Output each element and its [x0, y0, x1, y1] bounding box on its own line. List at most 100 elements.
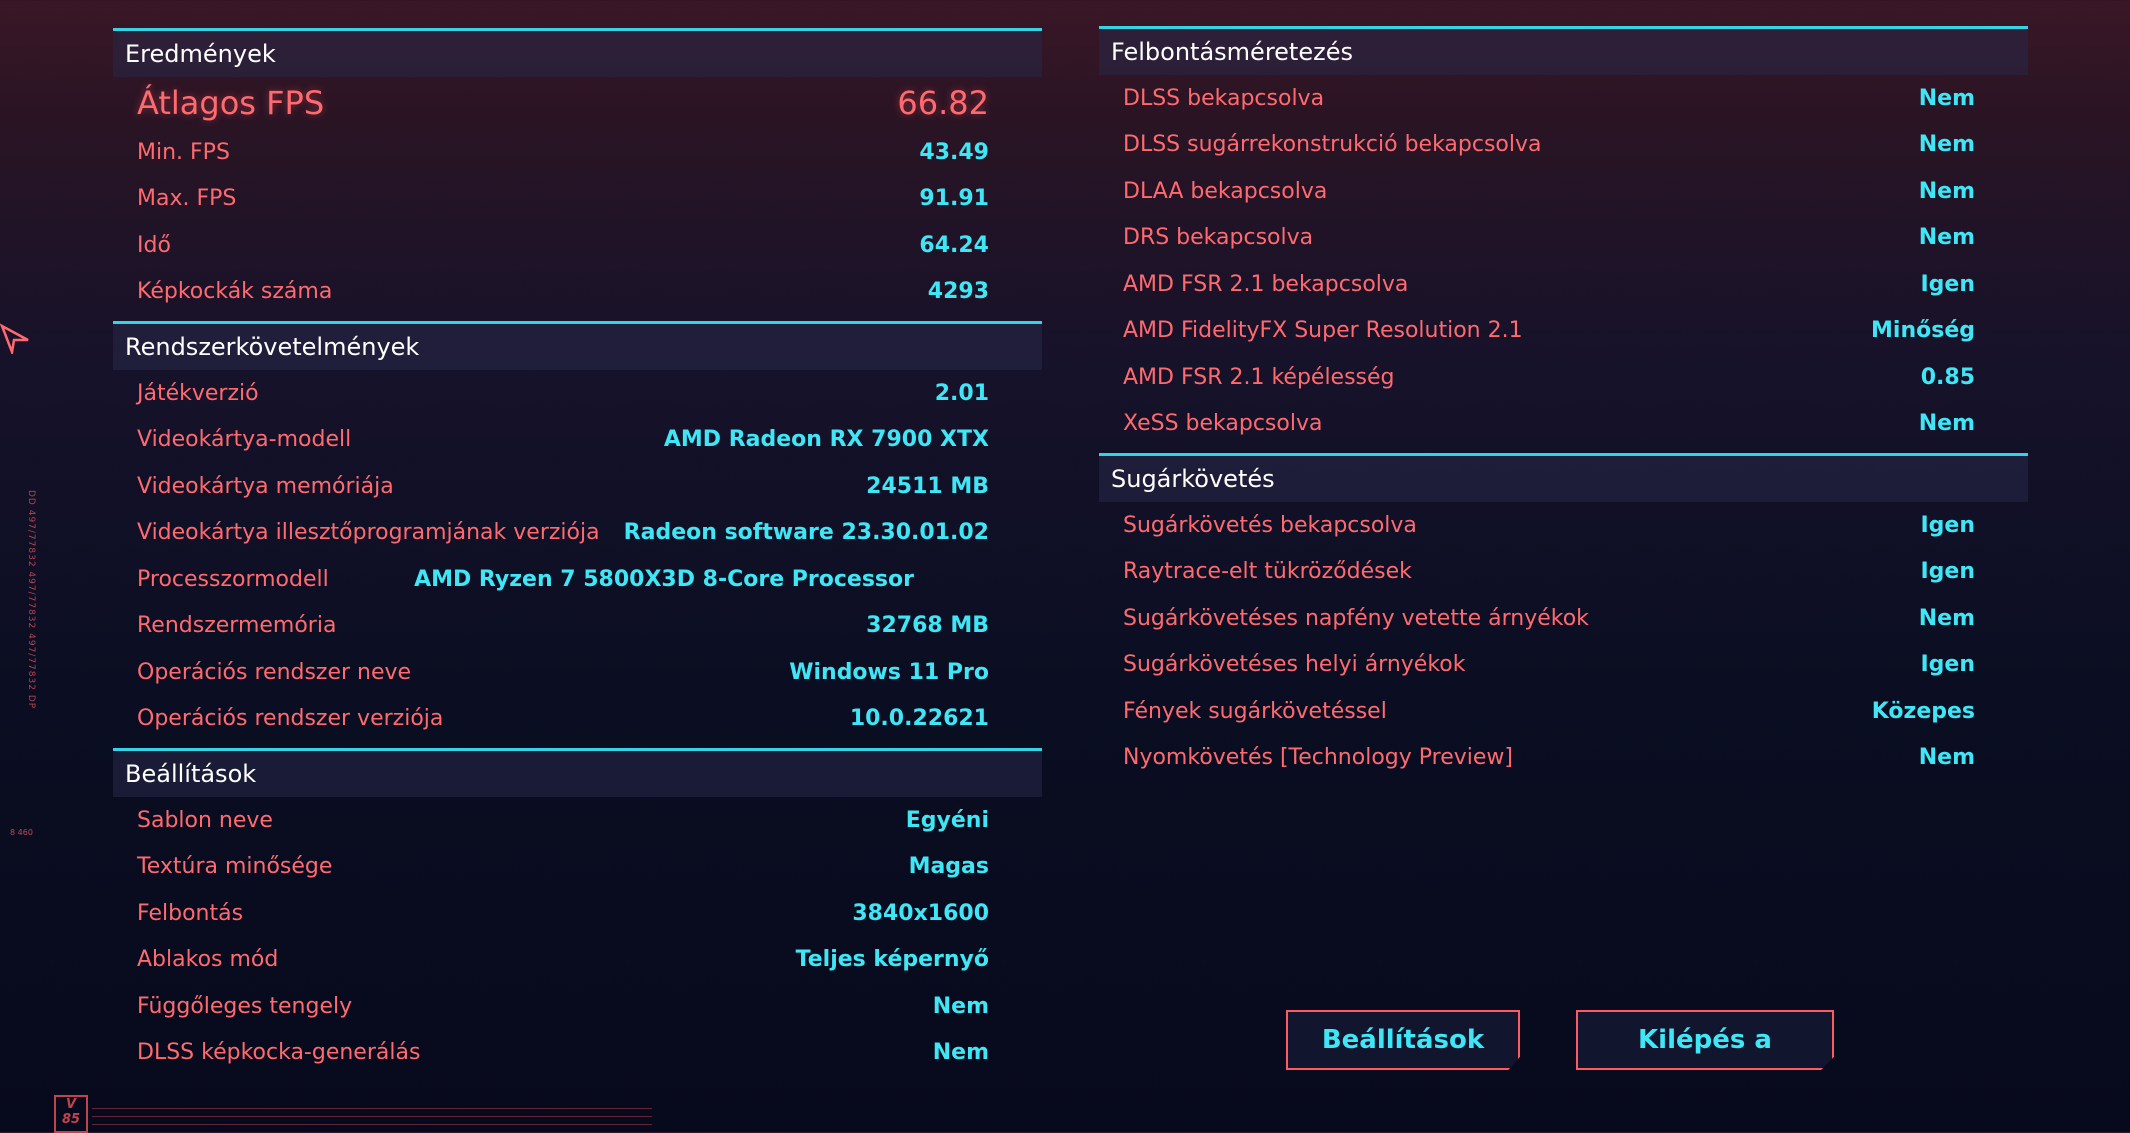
row-value: AMD Ryzen 7 5800X3D 8-Core Processor — [414, 566, 914, 592]
row-value: Közepes — [1871, 698, 1975, 724]
settings-row: Ablakos mód Teljes képernyő — [113, 937, 1042, 984]
system-row: Játékverzió 2.01 — [113, 370, 1042, 417]
scaling-row: DLAA bekapcsolva Nem — [1099, 168, 2028, 215]
row-value: 2.01 — [934, 380, 989, 406]
arrow-cursor-icon — [0, 323, 29, 354]
row-label: Operációs rendszer neve — [137, 659, 412, 685]
row-label: Ablakos mód — [137, 947, 279, 973]
scaling-row: AMD FSR 2.1 képélesség 0.85 — [1099, 354, 2028, 401]
side-code: DD 497/77832 497/77832 497/77832 DP — [26, 490, 36, 710]
row-value: Nem — [932, 993, 989, 1019]
version-logo: V 85 — [54, 1095, 88, 1133]
row-label: Sugárkövetéses napfény vetette árnyékok — [1123, 605, 1589, 631]
row-label: Videokártya illesztőprogramjának verziój… — [137, 520, 600, 546]
row-value: 4293 — [927, 279, 989, 305]
settings-row: Textúra minősége Magas — [113, 844, 1042, 891]
row-value: Nem — [1918, 745, 1975, 771]
results-row: Max. FPS 91.91 — [113, 176, 1042, 223]
scaling-row: AMD FSR 2.1 bekapcsolva Igen — [1099, 261, 2028, 308]
system-row: Rendszermemória 32768 MB — [113, 603, 1042, 650]
settings-row: Függőleges tengely Nem — [113, 983, 1042, 1030]
row-value: 10.0.22621 — [849, 706, 989, 732]
row-value: Igen — [1920, 271, 1975, 297]
exit-to-main-menu-button[interactable]: Kilépés a főmenübe — [1576, 1010, 1834, 1070]
row-value: Egyéni — [905, 807, 989, 833]
scaling-row: XeSS bekapcsolva Nem — [1099, 401, 2028, 448]
row-value: Nem — [1918, 605, 1975, 631]
row-value: 64.24 — [919, 232, 989, 258]
row-value: Nem — [1918, 411, 1975, 437]
system-row: Videokártya memóriája 24511 MB — [113, 463, 1042, 510]
row-label: DLSS képkocka-generálás — [137, 1040, 421, 1066]
system-row: Operációs rendszer verziója 10.0.22621 — [113, 696, 1042, 743]
row-value: Nem — [1918, 132, 1975, 158]
row-value: Nem — [932, 1040, 989, 1066]
raytracing-row: Sugárkövetés bekapcsolva Igen — [1099, 502, 2028, 549]
row-value: 0.85 — [1920, 364, 1975, 390]
row-label: XeSS bekapcsolva — [1123, 411, 1323, 437]
row-label: Képkockák száma — [137, 279, 333, 305]
side-mark: 8 460 — [10, 828, 33, 837]
avg-fps-value: 66.82 — [897, 84, 989, 122]
system-row: Processzormodell AMD Ryzen 7 5800X3D 8-Co… — [113, 556, 1042, 603]
row-label: Raytrace-elt tükröződések — [1123, 559, 1412, 585]
raytracing-section-title: Sugárkövetés — [1099, 453, 2028, 502]
row-label: Videokártya-modell — [137, 427, 352, 453]
results-row: Idő 64.24 — [113, 222, 1042, 269]
row-label: DLSS sugárrekonstrukció bekapcsolva — [1123, 132, 1542, 158]
row-label: Függőleges tengely — [137, 993, 353, 1019]
settings-row: Sablon neve Egyéni — [113, 797, 1042, 844]
row-label: Processzormodell — [137, 566, 329, 592]
row-value: Nem — [1918, 225, 1975, 251]
row-value: 43.49 — [919, 139, 989, 165]
row-label: DRS bekapcsolva — [1123, 225, 1314, 251]
raytracing-row: Raytrace-elt tükröződések Igen — [1099, 549, 2028, 596]
row-value: 24511 MB — [866, 473, 989, 499]
row-label: DLSS bekapcsolva — [1123, 85, 1325, 111]
raytracing-row: Sugárkövetéses napfény vetette árnyékok N… — [1099, 595, 2028, 642]
settings-row: DLSS képkocka-generálás Nem — [113, 1030, 1042, 1077]
row-value: Windows 11 Pro — [789, 659, 989, 685]
row-value: 32768 MB — [866, 613, 989, 639]
row-label: Rendszermemória — [137, 613, 337, 639]
row-value: AMD Radeon RX 7900 XTX — [663, 427, 989, 453]
row-label: Videokártya memóriája — [137, 473, 394, 499]
row-label: Min. FPS — [137, 139, 230, 165]
row-value: Igen — [1920, 512, 1975, 538]
row-value: Magas — [908, 854, 989, 880]
settings-row: Felbontás 3840x1600 — [113, 890, 1042, 937]
row-label: AMD FSR 2.1 bekapcsolva — [1123, 271, 1409, 297]
results-section-title: Eredmények — [113, 28, 1042, 77]
system-row: Videokártya illesztőprogramjának verziój… — [113, 510, 1042, 557]
row-value: Nem — [1918, 178, 1975, 204]
row-label: Fények sugárkövetéssel — [1123, 698, 1387, 724]
row-label: Sablon neve — [137, 807, 273, 833]
row-label: Játékverzió — [137, 380, 259, 406]
row-value: Igen — [1920, 652, 1975, 678]
row-label: AMD FidelityFX Super Resolution 2.1 — [1123, 318, 1523, 344]
raytracing-row: Sugárkövetéses helyi árnyékok Igen — [1099, 642, 2028, 689]
row-value: Igen — [1920, 559, 1975, 585]
avg-fps-label: Átlagos FPS — [137, 84, 325, 122]
left-panel: Eredmények Átlagos FPS 66.82 Min. FPS 43.4… — [113, 28, 1042, 1076]
system-section-title: Rendszerkövetelmények — [113, 321, 1042, 370]
settings-button[interactable]: Beállítások — [1286, 1010, 1520, 1070]
right-panel: Felbontásméretezés DLSS bekapcsolva Nem D… — [1099, 26, 2028, 781]
raytracing-row: Fények sugárkövetéssel Közepes — [1099, 688, 2028, 735]
row-label: Max. FPS — [137, 186, 237, 212]
row-value: Radeon software 23.30.01.02 — [623, 520, 989, 546]
scaling-row: AMD FidelityFX Super Resolution 2.1 Minős… — [1099, 308, 2028, 355]
row-value: Minőség — [1871, 318, 1975, 344]
settings-section-title: Beállítások — [113, 748, 1042, 797]
scaling-row: DLSS bekapcsolva Nem — [1099, 75, 2028, 122]
row-value: 91.91 — [919, 186, 989, 212]
row-label: Felbontás — [137, 900, 244, 926]
results-row: Átlagos FPS 66.82 — [113, 77, 1042, 129]
scaling-row: DLSS sugárrekonstrukció bekapcsolva Nem — [1099, 122, 2028, 169]
legal-text — [92, 1104, 652, 1125]
row-label: Nyomkövetés [Technology Preview] — [1123, 745, 1513, 771]
row-label: DLAA bekapcsolva — [1123, 178, 1328, 204]
system-row: Videokártya-modell AMD Radeon RX 7900 XTX — [113, 417, 1042, 464]
results-row: Képkockák száma 4293 — [113, 269, 1042, 316]
system-row: Operációs rendszer neve Windows 11 Pro — [113, 649, 1042, 696]
